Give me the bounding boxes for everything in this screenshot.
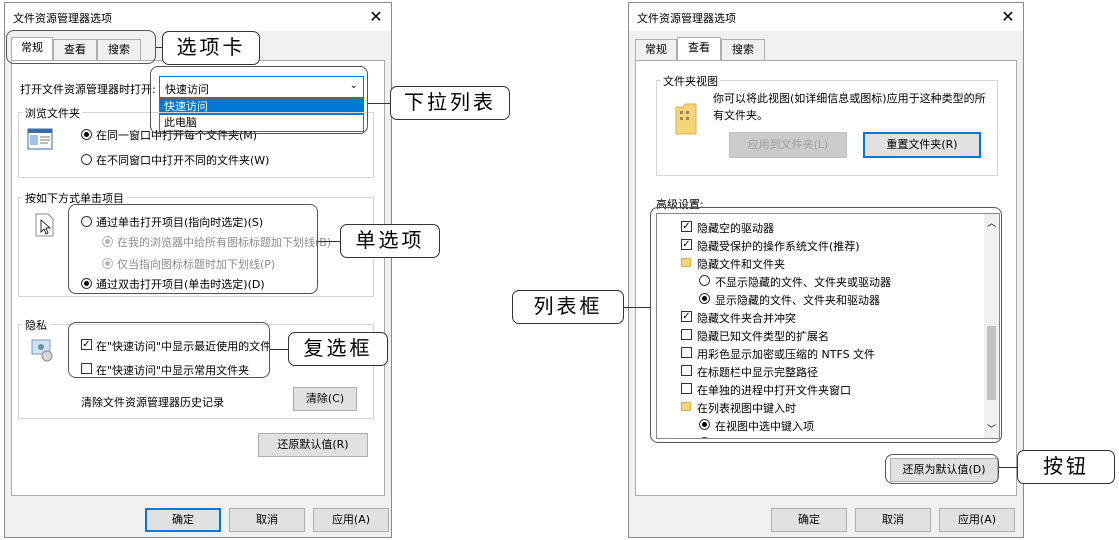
apply-to-folders-button: 应用到文件夹(L): [729, 132, 847, 158]
folder-views-desc-line1: 你可以将此视图(如详细信息或图标)应用于这种类型的所: [713, 92, 986, 105]
open-in-label: 打开文件资源管理器时打开:: [20, 83, 156, 96]
ok-button[interactable]: 确定: [771, 508, 847, 532]
clear-history-button[interactable]: 清除(C): [293, 387, 357, 411]
tab-view[interactable]: 查看: [677, 37, 721, 61]
button-callout: 按钮: [1017, 450, 1115, 484]
tabs-callout: 选项卡: [162, 31, 260, 65]
tab-general[interactable]: 常规: [635, 39, 677, 61]
window-icon: [27, 128, 53, 150]
close-icon[interactable]: ✕: [997, 6, 1019, 28]
radio-callout-connector: [318, 241, 340, 242]
restore-defaults-button[interactable]: 还原默认值(R): [258, 433, 368, 457]
radio-highlight-frame: [68, 204, 318, 294]
dialog-title-right: 文件资源管理器选项: [637, 12, 736, 25]
tabs-highlight-frame: [6, 30, 156, 64]
clear-history-label: 清除文件资源管理器历史记录: [81, 396, 224, 409]
button-highlight-frame: [885, 454, 999, 484]
same-window-radio[interactable]: [81, 129, 92, 140]
dropdown-callout-connector: [368, 103, 390, 104]
privacy-label: 隐私: [23, 317, 49, 333]
checkbox-highlight-frame: [68, 322, 270, 378]
title-bar: 文件资源管理器选项 ✕: [5, 3, 391, 31]
folder-views-desc-line2: 有文件夹。: [713, 109, 768, 122]
tab-search[interactable]: 搜索: [721, 39, 765, 61]
dropdown-highlight-frame: [150, 66, 368, 134]
title-bar-right: 文件资源管理器选项 ✕: [629, 3, 1023, 31]
listbox-callout-connector: [624, 307, 650, 308]
reset-folders-button[interactable]: 重置文件夹(R): [863, 132, 981, 158]
apply-button[interactable]: 应用(A): [939, 508, 1015, 532]
button-callout-connector: [999, 467, 1017, 468]
apply-button[interactable]: 应用(A): [313, 508, 389, 532]
cancel-button[interactable]: 取消: [855, 508, 931, 532]
new-window-label: 在不同窗口中打开不同的文件夹(W): [96, 154, 270, 167]
folder-views-group: 文件夹视图 你可以将此视图(如详细信息或图标)应用于这种类型的所 有文件夹。 应…: [656, 73, 998, 176]
close-icon[interactable]: ✕: [365, 6, 387, 28]
checkbox-callout: 复选框: [288, 332, 388, 366]
ok-button[interactable]: 确定: [145, 508, 221, 532]
privacy-icon: [31, 339, 53, 362]
listbox-highlight-frame: [650, 207, 1002, 443]
new-window-radio[interactable]: [81, 154, 92, 165]
dialog-title: 文件资源管理器选项: [13, 12, 112, 25]
folder-views-label: 文件夹视图: [661, 73, 720, 89]
listbox-callout: 列表框: [512, 290, 624, 324]
cancel-button[interactable]: 取消: [229, 508, 305, 532]
folder-view-icon: [675, 103, 697, 135]
cursor-document-icon: [35, 213, 54, 237]
checkbox-callout-connector: [270, 349, 288, 350]
dropdown-callout: 下拉列表: [390, 86, 510, 120]
browse-folders-label: 浏览文件夹: [23, 105, 82, 121]
radio-callout: 单选项: [340, 224, 440, 258]
